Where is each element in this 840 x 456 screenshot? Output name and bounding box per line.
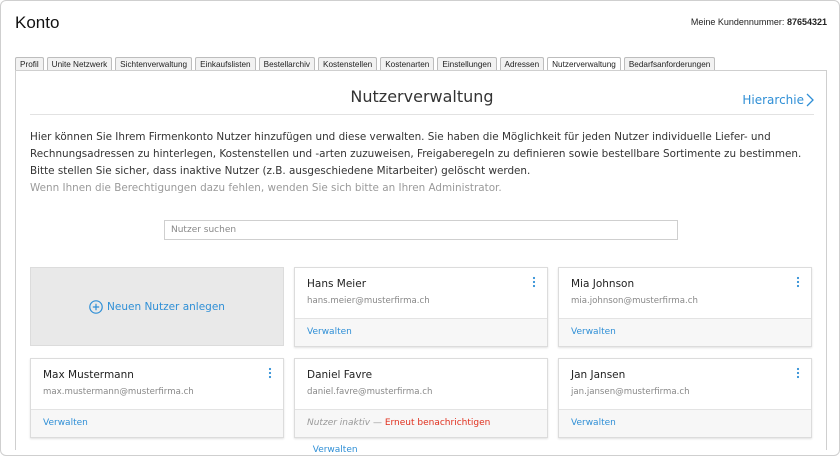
user-card: Max Mustermann max.mustermann@musterfirm… <box>30 358 284 438</box>
tab-profil[interactable]: Profil <box>15 57 44 70</box>
tab-kostenstellen[interactable]: Kostenstellen <box>318 57 378 70</box>
user-email: mia.johnson@musterfirma.ch <box>571 296 698 306</box>
tab-unite-netzwerk[interactable]: Unite Netzwerk <box>46 57 113 70</box>
user-email: max.mustermann@musterfirma.ch <box>43 387 194 397</box>
user-management-panel: Nutzerverwaltung Hierarchie Hier können … <box>15 70 827 455</box>
user-card: Hans Meier hans.meier@musterfirma.ch Ver… <box>294 267 548 347</box>
tab-bestellarchiv[interactable]: Bestellarchiv <box>258 57 316 70</box>
kebab-menu-icon[interactable] <box>795 367 801 379</box>
user-email: jan.jansen@musterfirma.ch <box>571 387 690 397</box>
account-tabs: Profil Unite Netzwerk Sichtenverwaltung … <box>15 57 716 70</box>
user-name: Jan Jansen <box>571 369 626 381</box>
kebab-menu-icon[interactable] <box>531 276 537 288</box>
page-title: Konto <box>15 13 60 32</box>
manage-link[interactable]: Verwalten <box>313 445 358 455</box>
tab-kostenarten[interactable]: Kostenarten <box>380 57 435 70</box>
user-name: Hans Meier <box>307 278 367 290</box>
user-card: Jan Jansen jan.jansen@musterfirma.ch Ver… <box>558 358 812 438</box>
tab-einkaufslisten[interactable]: Einkaufslisten <box>195 57 256 70</box>
user-email: hans.meier@musterfirma.ch <box>307 296 430 306</box>
tab-nutzerverwaltung[interactable]: Nutzerverwaltung <box>547 57 621 70</box>
status-separator: — <box>370 418 385 428</box>
app-window: Konto Meine Kundennummer: 87654321 Profi… <box>0 0 840 456</box>
hierarchy-link-label: Hierarchie <box>742 93 804 107</box>
manage-link[interactable]: Verwalten <box>43 418 88 428</box>
user-search-input[interactable] <box>164 220 678 240</box>
chevron-right-icon <box>806 93 814 107</box>
user-card: Mia Johnson mia.johnson@musterfirma.ch V… <box>558 267 812 347</box>
user-name: Max Mustermann <box>43 369 134 381</box>
kebab-menu-icon[interactable] <box>267 367 273 379</box>
manage-link[interactable]: Verwalten <box>307 327 352 337</box>
user-name: Daniel Favre <box>307 369 373 381</box>
manage-link[interactable]: Verwalten <box>571 418 616 428</box>
inactive-status: Nutzer inaktiv <box>307 418 371 428</box>
user-email: daniel.favre@musterfirma.ch <box>307 387 433 397</box>
customer-number: Meine Kundennummer: 87654321 <box>691 17 827 27</box>
new-user-button[interactable]: Neuen Nutzer anlegen <box>30 267 284 346</box>
tab-sichtenverwaltung[interactable]: Sichtenverwaltung <box>115 57 193 70</box>
intro-text: Hier können Sie Ihrem Firmenkonto Nutzer… <box>30 129 820 197</box>
new-user-label: Neuen Nutzer anlegen <box>107 300 225 313</box>
user-name: Mia Johnson <box>571 278 635 290</box>
plus-circle-icon <box>89 299 103 314</box>
manage-link[interactable]: Verwalten <box>571 327 616 337</box>
section-heading: Nutzerverwaltung <box>30 87 814 115</box>
hierarchy-link[interactable]: Hierarchie <box>742 93 814 107</box>
tab-einstellungen[interactable]: Einstellungen <box>437 57 497 70</box>
user-card: Daniel Favre daniel.favre@musterfirma.ch… <box>294 358 548 455</box>
resend-notification-link[interactable]: Erneut benachrichtigen <box>385 418 491 428</box>
kebab-menu-icon[interactable] <box>795 276 801 288</box>
intro-admin-note: Wenn Ihnen die Berechtigungen dazu fehle… <box>30 182 502 194</box>
customer-number-value: 87654321 <box>786 17 827 27</box>
intro-paragraph: Hier können Sie Ihrem Firmenkonto Nutzer… <box>30 131 802 177</box>
tab-bedarfsanforderungen[interactable]: Bedarfsanforderungen <box>623 57 716 70</box>
customer-number-label: Meine Kundennummer: <box>690 17 785 27</box>
tab-adressen[interactable]: Adressen <box>499 57 545 70</box>
